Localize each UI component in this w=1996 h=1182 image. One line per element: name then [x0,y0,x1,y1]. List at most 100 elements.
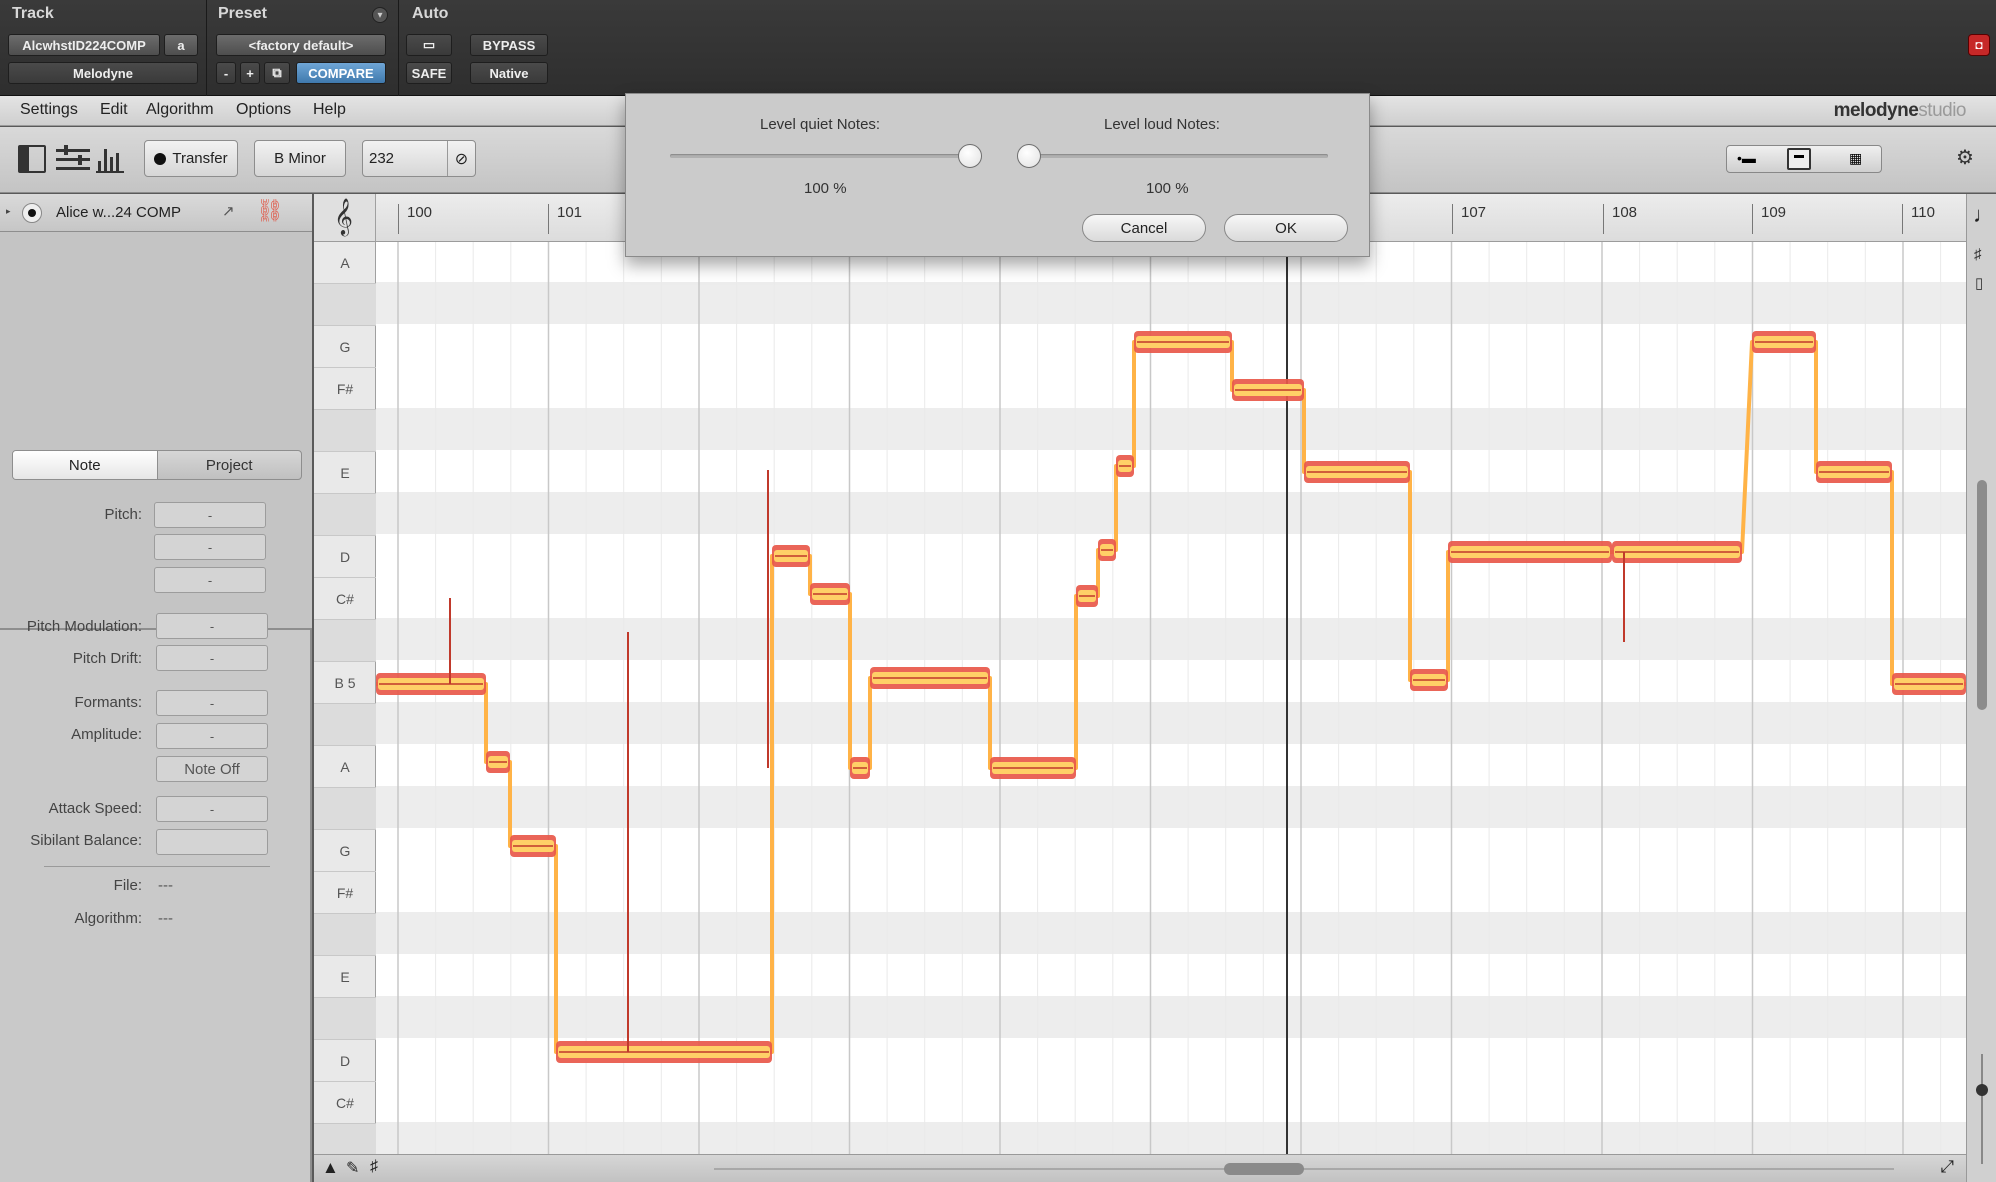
track-row[interactable]: ▸ Alice w...24 COMP ↗ ⛓ [0,194,312,232]
pitch-key[interactable] [314,998,376,1040]
note-value-icon[interactable]: ♩ [1973,202,1995,228]
pitch-key[interactable]: C# [314,578,376,620]
pitch-key[interactable]: F# [314,872,376,914]
automation-icon[interactable]: ▭ [406,34,452,56]
track-tool-icon[interactable]: ↗ [222,202,235,220]
note-blobs-canvas[interactable] [376,242,1966,1154]
scale-tool-icon[interactable]: ♯ [370,1158,378,1176]
logo-main: melodyne [1833,100,1919,121]
loud-notes-slider[interactable] [1017,144,1328,168]
zoom-vertical-icon[interactable]: ▯ [1975,274,1983,292]
preset-selector[interactable]: <factory default> [216,34,386,56]
auto-header-label: Auto [412,5,449,22]
tab-project[interactable]: Project [158,451,302,479]
pitch-key[interactable]: E [314,452,376,494]
bar-number: 100 [398,204,432,234]
note-off-button[interactable]: Note Off [156,756,268,782]
bypass-button[interactable]: BYPASS [470,34,548,56]
track-record-icon[interactable] [22,203,42,223]
grid-view-icon[interactable]: ▦ [1849,150,1862,167]
blob-view-icon[interactable]: •▬ [1737,150,1756,166]
menu-help[interactable]: Help [313,101,346,119]
grid-row-shade [376,912,1966,954]
pitch-key[interactable] [314,284,376,326]
pitch-key[interactable]: A [314,746,376,788]
horizontal-scrollbar[interactable] [1224,1163,1304,1175]
right-tool-strip: ♩ ♯ ▯ [1966,194,1996,1182]
pitch-deviation-field[interactable]: - [154,534,266,560]
plugin-insert-selector[interactable]: Melodyne [8,62,198,84]
copy-settings-icon[interactable]: ⧉ [264,62,290,84]
sharp-icon[interactable]: ♯ [1974,246,1982,263]
macros-icon[interactable] [56,145,90,173]
menu-settings[interactable]: Settings [20,101,78,119]
horizontal-scroll-track[interactable] [714,1168,1894,1170]
formants-label: Formants: [74,694,142,711]
attack-speed-field[interactable]: - [156,796,268,822]
tempo-link-icon[interactable]: ⊘ [447,141,475,176]
pitch-modulation-label: Pitch Modulation: [26,618,142,635]
safe-button[interactable]: SAFE [406,62,452,84]
pitch-key[interactable]: D [314,536,376,578]
tempo-field[interactable]: 232 ⊘ [362,140,476,177]
compare-button[interactable]: COMPARE [296,62,386,84]
pitch-drift-field[interactable]: - [156,645,268,671]
toggle-inspector-icon[interactable] [18,145,46,173]
pitch-center-field[interactable]: - [154,567,266,593]
menu-algorithm[interactable]: Algorithm [146,101,214,119]
preset-menu-icon[interactable]: ▾ [372,7,388,23]
pitch-key[interactable]: D [314,1040,376,1082]
menu-edit[interactable]: Edit [100,101,128,119]
vertical-zoom-knob[interactable] [1976,1084,1988,1096]
note-view-icon[interactable]: ▬ [1787,148,1811,170]
gear-icon[interactable]: ⚙ [1956,145,1974,170]
pitch-key[interactable]: G [314,326,376,368]
pitch-modulation-field[interactable]: - [156,613,268,639]
vertical-scrollbar[interactable] [1977,480,1987,710]
track-name-selector[interactable]: AlcwhstID224COMP [8,34,160,56]
clef-button[interactable]: 𝄞 [314,194,376,242]
vertical-zoom-slider[interactable] [1981,1054,1983,1164]
preset-next-button[interactable]: + [240,62,260,84]
bar-number: 110 [1902,204,1935,234]
amplitude-field[interactable]: - [156,723,268,749]
ok-button[interactable]: OK [1224,214,1348,242]
pitch-key[interactable]: B 5 [314,662,376,704]
track-expand-icon[interactable]: ▸ [6,206,11,217]
pitch-key[interactable] [314,788,376,830]
pitch-key[interactable]: C# [314,1082,376,1124]
pitch-field[interactable]: - [154,502,266,528]
pitch-key[interactable]: E [314,956,376,998]
view-mode-switch[interactable]: •▬ ▬ ▦ [1726,145,1882,173]
quiet-notes-slider[interactable] [670,144,982,168]
sibilant-balance-field[interactable] [156,829,268,855]
pitch-key[interactable] [314,620,376,662]
transfer-button[interactable]: Transfer [144,140,238,177]
preset-previous-button[interactable]: - [216,62,236,84]
pitch-ruler[interactable]: A G F# E D C# B 5 A G F# E D C# [314,194,376,1166]
horizontal-zoom-icon[interactable]: ⤢ [1940,1157,1954,1177]
pointer-tool-icon[interactable]: ▲ [322,1158,339,1178]
grid-row-shade [376,618,1966,660]
pitch-tool-icon[interactable]: ✎ [346,1158,359,1178]
pitch-key[interactable] [314,914,376,956]
scale-button[interactable]: B Minor [254,140,346,177]
cancel-button[interactable]: Cancel [1082,214,1206,242]
pitch-key[interactable] [314,410,376,452]
pitch-key[interactable]: A [314,242,376,284]
note-editor-grid[interactable] [376,242,1966,1154]
tab-note[interactable]: Note [13,451,158,479]
quiet-notes-knob[interactable] [958,144,982,168]
pitch-key[interactable] [314,494,376,536]
track-channel-selector[interactable]: a [164,34,198,56]
menu-options[interactable]: Options [236,101,291,119]
close-plugin-icon[interactable]: ◘ [1968,34,1990,56]
grid-row-shade [376,996,1966,1038]
pitch-key[interactable]: G [314,830,376,872]
track-link-icon[interactable]: ⛓ [256,198,284,224]
loud-notes-knob[interactable] [1017,144,1041,168]
pitch-key[interactable] [314,704,376,746]
pitch-key[interactable]: F# [314,368,376,410]
level-meter-icon[interactable] [96,145,124,173]
formants-field[interactable]: - [156,690,268,716]
